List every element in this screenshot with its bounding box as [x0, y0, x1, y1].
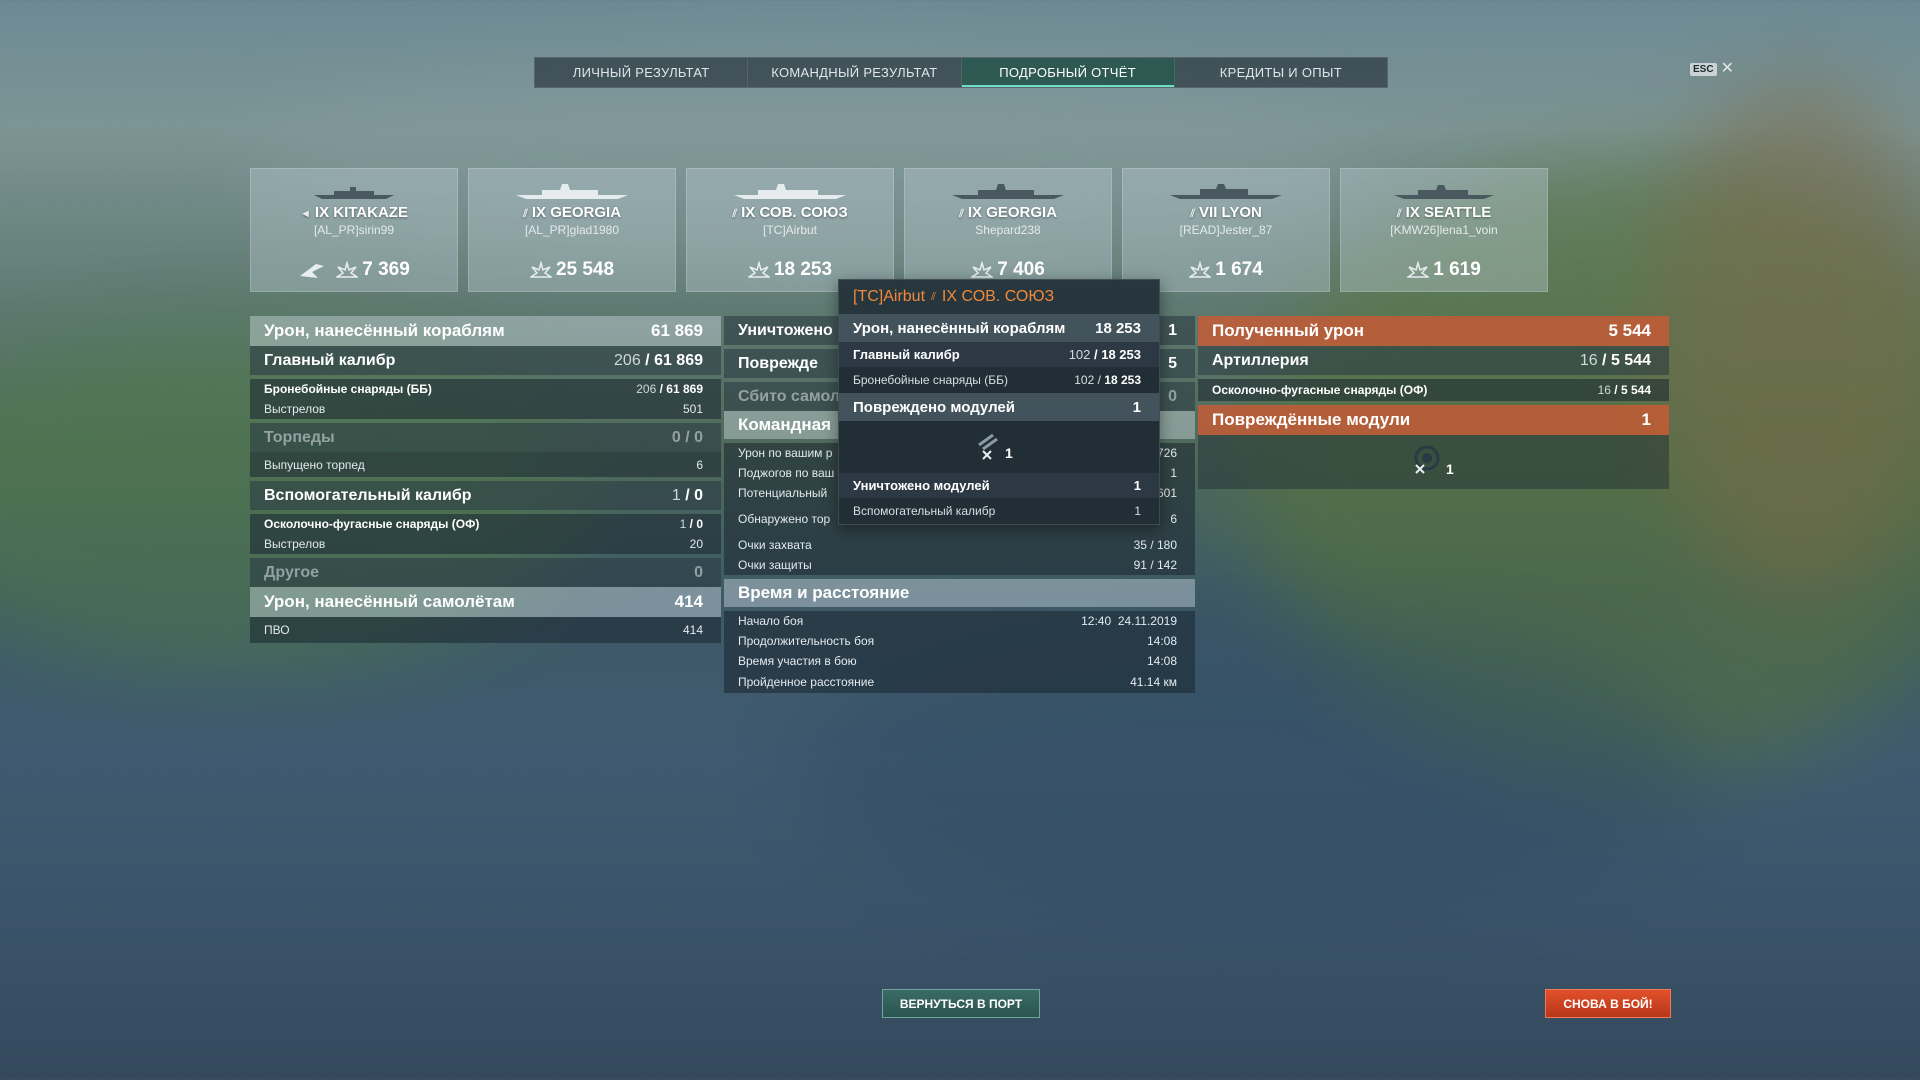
- close-icon[interactable]: ✕: [1721, 61, 1734, 77]
- player-name: [READ]Jester_87: [1179, 223, 1273, 237]
- tab-detailed-report[interactable]: ПОДРОБНЫЙ ОТЧЁТ: [961, 58, 1175, 87]
- damage-ribbon-icon: [747, 261, 770, 278]
- received-he-row: Осколочно-фугасные снаряды (ОФ) 16 / 5 54…: [1198, 379, 1669, 401]
- ship-card[interactable]: ⫽ IX GEORGIA Shepard238 7 406: [904, 168, 1112, 292]
- plane-damage-header: Урон, нанесённый самолётам 414: [250, 587, 721, 617]
- damage-ribbon-icon: [336, 261, 359, 278]
- battleship-icon: ⫽: [931, 290, 936, 303]
- battleship-icon: ⫽: [732, 208, 738, 220]
- ship-name: ◄ IX KITAKAZE: [300, 204, 408, 221]
- module-badge: 1: [975, 431, 1013, 461]
- results-tabs: ЛИЧНЫЙ РЕЗУЛЬТАТ КОМАНДНЫЙ РЕЗУЛЬТАТ ПОД…: [534, 57, 1388, 88]
- ship-damage: 18 253: [687, 259, 893, 281]
- ship-silhouette-icon: [1170, 184, 1282, 199]
- he-shells-row: Осколочно-фугасные снаряды (ОФ) 1 / 0: [250, 514, 721, 534]
- ship-name: ⫽ IX GEORGIA: [522, 204, 622, 221]
- damaged-modules-area: 1: [1198, 435, 1669, 489]
- damage-ribbon-icon: [971, 261, 994, 278]
- secondary-battery-row: Вспомогательный калибр 1 / 0: [250, 481, 721, 510]
- ap-shells-row: Бронебойные снаряды (ББ) 206 / 61 869: [250, 379, 721, 399]
- ship-card[interactable]: ⫽ IX GEORGIA [AL_PR]glad1980 25 548: [468, 168, 676, 292]
- team-line: Очки захвата 35 / 180: [724, 535, 1195, 555]
- ship-damage: 1 619: [1341, 259, 1547, 281]
- tooltip-modules-area: 1: [839, 421, 1159, 473]
- ship-name: ⫽ IX СОВ. СОЮЗ: [732, 204, 848, 221]
- secondary-shots-row: Выстрелов 20: [250, 534, 721, 554]
- ship-damage-header: Урон, нанесённый кораблям 61 869: [250, 316, 721, 346]
- battle-again-button[interactable]: СНОВА В БОЙ!: [1545, 989, 1671, 1018]
- return-to-port-button[interactable]: ВЕРНУТЬСЯ В ПОРТ: [882, 989, 1040, 1018]
- distance-row: Пройденное расстояние 41.14 км: [724, 671, 1195, 693]
- tab-personal-result[interactable]: ЛИЧНЫЙ РЕЗУЛЬТАТ: [535, 58, 749, 87]
- ship-damage: 1 674: [1123, 259, 1329, 281]
- ship-card[interactable]: ◄ IX KITAKAZE [AL_PR]sirin99 7 369: [250, 168, 458, 292]
- tooltip-secondary: Вспомогательный калибр 1: [839, 498, 1159, 524]
- close-button[interactable]: ESC ✕: [1690, 61, 1734, 77]
- player-name: [TC]Airbut: [762, 223, 817, 237]
- damage-received-panel: Полученный урон 5 544 Артиллерия 16 / 5 54…: [1198, 316, 1669, 489]
- module-badge[interactable]: 1: [1410, 443, 1454, 477]
- cruiser-icon: ⫽: [1396, 208, 1402, 220]
- player-tooltip: [TC]Airbut ⫽ IX СОВ. СОЮЗ Урон, нанесённ…: [838, 279, 1160, 525]
- battleship-icon: ⫽: [1190, 208, 1196, 220]
- ship-damage: 7 406: [905, 259, 1111, 281]
- ship-cards: ◄ IX KITAKAZE [AL_PR]sirin99 7 369 ⫽ IX GE…: [250, 168, 1548, 292]
- ship-damage: 7 369: [251, 259, 457, 281]
- player-name: [AL_PR]sirin99: [313, 223, 395, 237]
- tooltip-ship: IX СОВ. СОЮЗ: [941, 288, 1055, 305]
- damaged-modules-header: Повреждённые модули 1: [1198, 405, 1669, 435]
- steering-module-icon: [978, 433, 998, 460]
- aa-row: ПВО 414: [250, 617, 721, 643]
- tab-team-result[interactable]: КОМАНДНЫЙ РЕЗУЛЬТАТ: [748, 58, 962, 87]
- tooltip-player: [TC]Airbut: [853, 288, 926, 305]
- main-shots-row: Выстрелов 501: [250, 399, 721, 419]
- participation-row: Время участия в бою 14:08: [724, 651, 1195, 671]
- damage-ribbon-icon: [1189, 261, 1212, 278]
- tooltip-damaged-modules: Повреждено модулей 1: [839, 393, 1159, 421]
- received-damage-header: Полученный урон 5 544: [1198, 316, 1669, 346]
- tooltip-header: [TC]Airbut ⫽ IX СОВ. СОЮЗ: [839, 280, 1159, 314]
- ship-silhouette-icon: [1394, 185, 1494, 199]
- tooltip-ship-damage: Урон, нанесённый кораблям 18 253: [839, 314, 1159, 342]
- player-name: [AL_PR]glad1980: [524, 223, 620, 237]
- ship-name: ⫽ IX GEORGIA: [958, 204, 1058, 221]
- tab-credits-xp[interactable]: КРЕДИТЫ И ОПЫТ: [1175, 58, 1387, 87]
- battleship-icon: ⫽: [958, 208, 964, 220]
- ship-name: ⫽ IX SEATTLE: [1396, 204, 1492, 221]
- artillery-row: Артиллерия 16 / 5 544: [1198, 346, 1669, 375]
- ship-name: ⫽ VII LYON: [1190, 204, 1262, 221]
- aircraft-shot-icon: [300, 264, 325, 278]
- ship-silhouette-icon: [314, 187, 394, 199]
- damage-dealt-panel: Урон, нанесённый кораблям 61 869 Главный …: [250, 316, 721, 643]
- damage-ribbon-icon: [529, 261, 552, 278]
- battleship-icon: ⫽: [522, 208, 528, 220]
- tooltip-ap-shells: Бронебойные снаряды (ББ) 102 / 18 253: [839, 367, 1159, 393]
- torpedoes-row: Торпеды 0 / 0: [250, 423, 721, 452]
- ship-silhouette-icon: [516, 184, 628, 199]
- ship-silhouette-icon: [952, 184, 1064, 199]
- ship-card[interactable]: ⫽ VII LYON [READ]Jester_87 1 674: [1122, 168, 1330, 292]
- time-distance-header: Время и расстояние: [724, 579, 1195, 607]
- tooltip-destroyed-modules: Уничтожено модулей 1: [839, 473, 1159, 498]
- esc-key-hint: ESC: [1690, 62, 1717, 76]
- torpedoes-fired-row: Выпущено торпед 6: [250, 452, 721, 477]
- engine-module-icon: [1414, 445, 1440, 474]
- player-name: Shepard238: [975, 223, 1041, 237]
- other-row: Другое 0: [250, 558, 721, 587]
- ship-card[interactable]: ⫽ IX СОВ. СОЮЗ [TC]Airbut 18 253: [686, 168, 894, 292]
- team-line: Очки защиты 91 / 142: [724, 555, 1195, 575]
- main-battery-row: Главный калибр 206 / 61 869: [250, 346, 721, 375]
- player-name: [KMW26]lena1_voin: [1390, 223, 1498, 237]
- ship-silhouette-icon: [734, 184, 846, 199]
- destroyer-icon: ◄: [300, 208, 311, 220]
- tooltip-main-battery: Главный калибр 102 / 18 253: [839, 342, 1159, 367]
- ship-damage: 25 548: [469, 259, 675, 281]
- damage-ribbon-icon: [1407, 261, 1430, 278]
- ship-card[interactable]: ⫽ IX SEATTLE [KMW26]lena1_voin 1 619: [1340, 168, 1548, 292]
- battle-start-row: Начало боя 12:40 24.11.2019: [724, 611, 1195, 631]
- battle-duration-row: Продолжительность боя 14:08: [724, 631, 1195, 651]
